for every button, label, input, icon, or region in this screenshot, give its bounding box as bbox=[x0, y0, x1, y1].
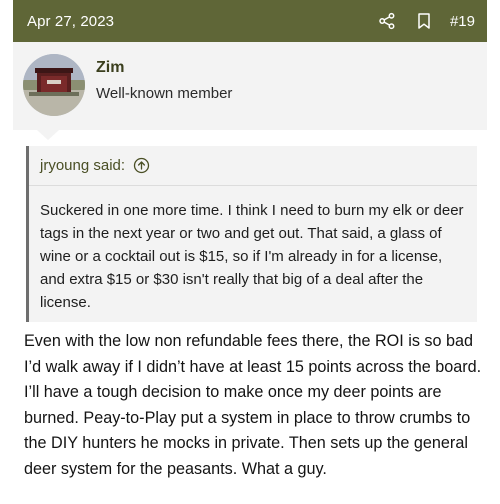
post-number-link[interactable]: #19 bbox=[450, 13, 475, 30]
post-actions: #19 bbox=[376, 10, 475, 32]
post-header: Apr 27, 2023 #19 bbox=[13, 0, 487, 42]
user-info: Zim Well-known member bbox=[13, 42, 487, 130]
avatar[interactable] bbox=[23, 54, 85, 116]
bookmark-icon[interactable] bbox=[413, 10, 435, 32]
quote-author[interactable]: jryoung said: bbox=[40, 157, 125, 174]
jump-to-quote-icon[interactable] bbox=[133, 157, 150, 174]
quote-header: jryoung said: bbox=[29, 146, 477, 186]
post-content: Even with the low non refundable fees th… bbox=[24, 332, 482, 478]
user-strip-pointer bbox=[37, 130, 59, 140]
quote-block: jryoung said: Suckered in one more time.… bbox=[26, 146, 477, 322]
user-title: Well-known member bbox=[96, 85, 233, 102]
share-icon[interactable] bbox=[376, 10, 398, 32]
username[interactable]: Zim bbox=[96, 59, 124, 77]
post-date[interactable]: Apr 27, 2023 bbox=[27, 13, 114, 30]
quote-text: Suckered in one more time. I think I nee… bbox=[40, 202, 464, 311]
